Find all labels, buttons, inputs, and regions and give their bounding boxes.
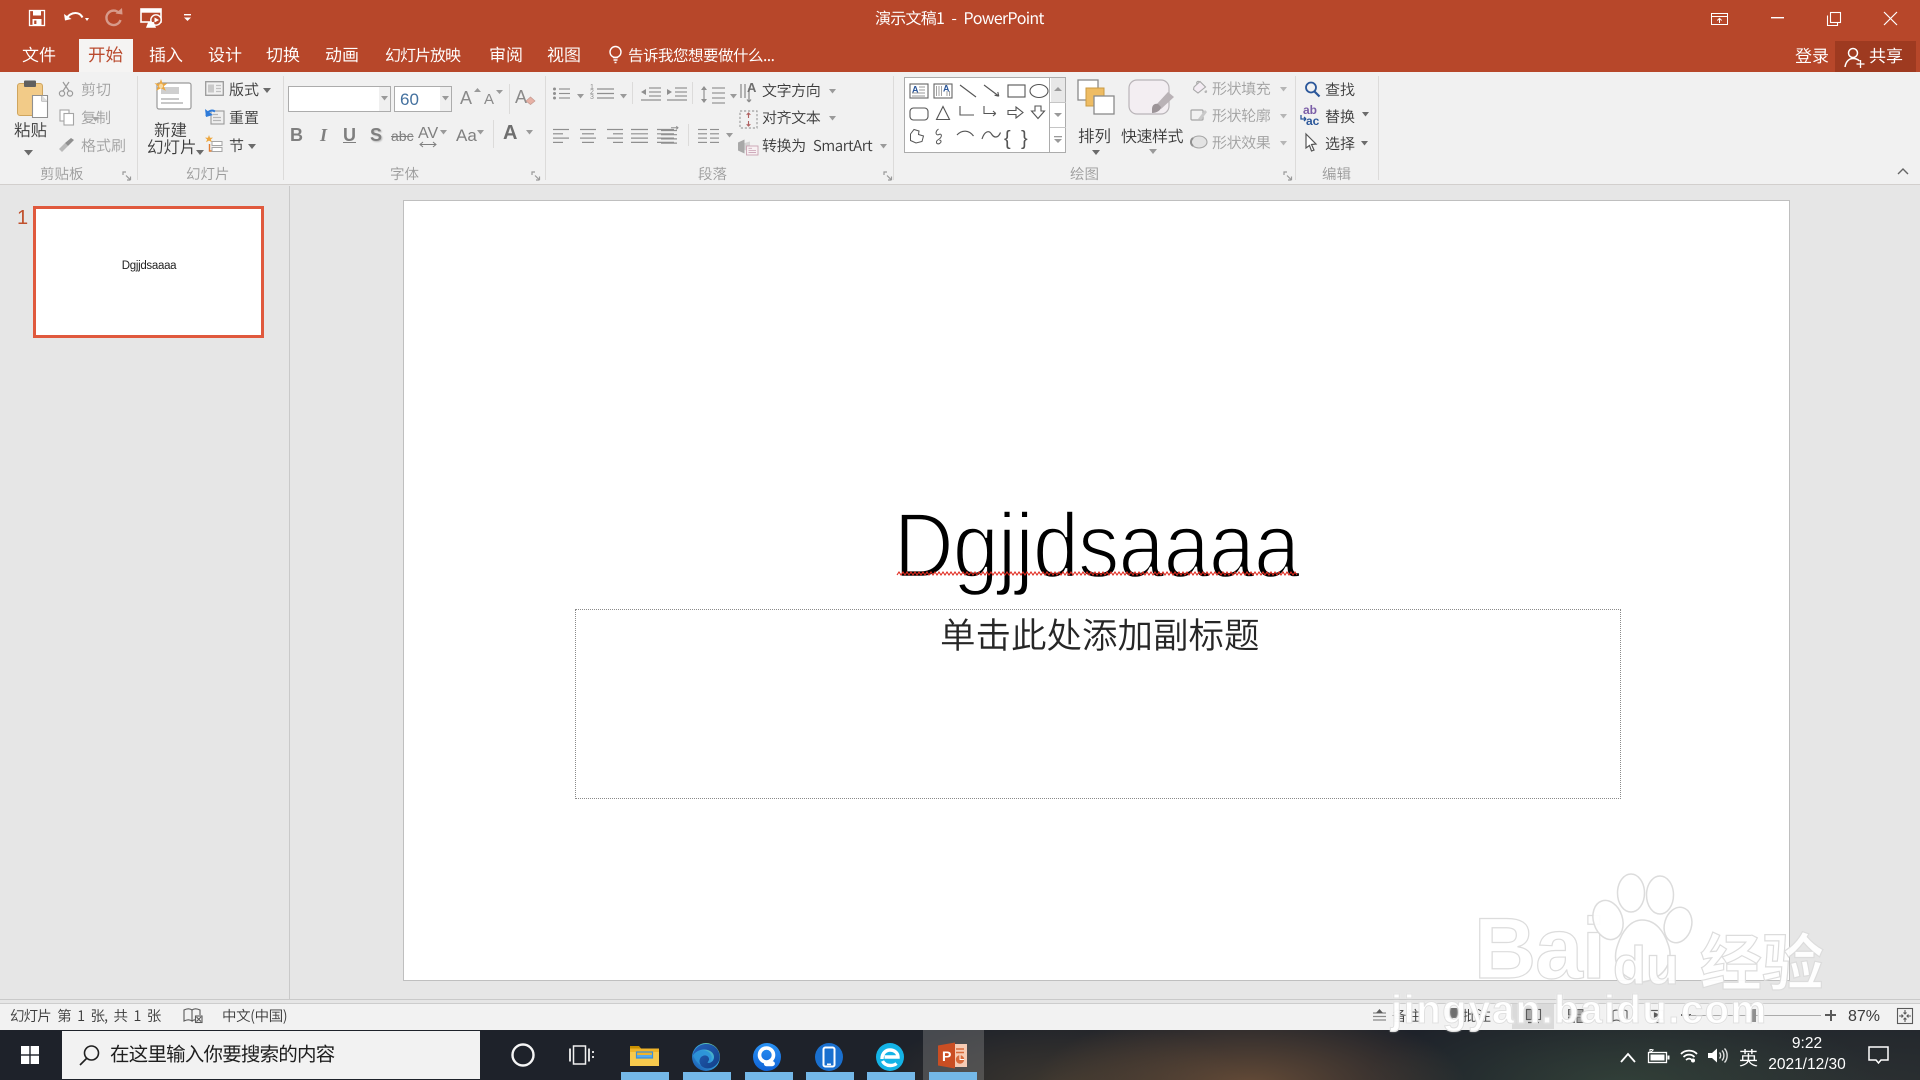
svg-text:}: }	[1021, 128, 1028, 150]
svg-text:P: P	[942, 1048, 951, 1064]
svg-text:A: A	[943, 84, 950, 94]
svg-text:{: {	[1004, 128, 1011, 150]
svg-text:A: A	[912, 85, 919, 95]
